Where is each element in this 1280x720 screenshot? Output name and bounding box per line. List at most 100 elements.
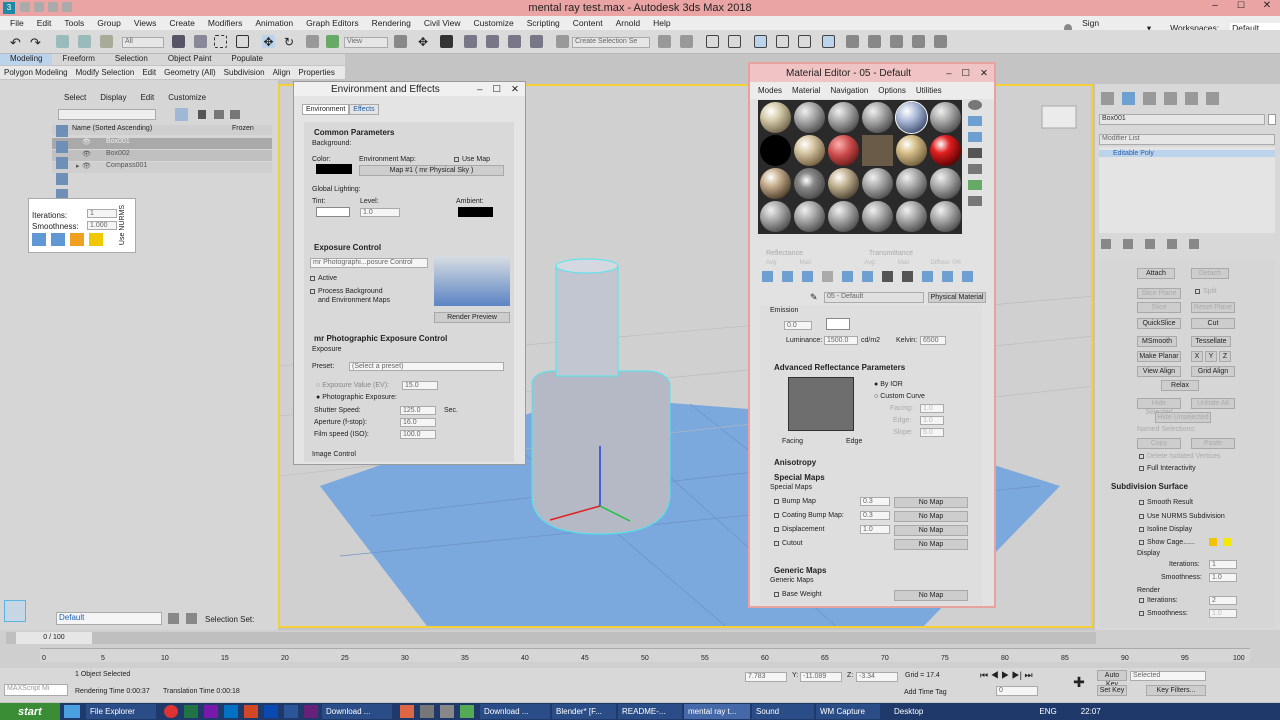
key-selection-dropdown[interactable]: Selected (1130, 671, 1206, 681)
mat-maximize-button[interactable]: ☐ (962, 68, 971, 79)
mat-menu-modes[interactable]: Modes (758, 86, 782, 95)
close-button[interactable]: ✕ (1254, 0, 1280, 16)
sample-slot[interactable] (896, 201, 927, 232)
hierarchy-tab-icon[interactable] (1143, 92, 1156, 105)
render-smoothness-spinner[interactable]: 1.0 (1209, 609, 1237, 618)
preset-dropdown[interactable]: (Select a preset) (349, 362, 504, 371)
delete-isolated-checkbox[interactable]: Delete Isolated Vertices (1139, 453, 1221, 460)
eyedropper-icon[interactable]: ✎ (810, 292, 818, 303)
misc-icon-2[interactable] (420, 705, 434, 718)
menu-edit[interactable]: Edit (37, 18, 52, 28)
use-map-checkbox[interactable]: Use Map (454, 156, 490, 163)
key-filters-button[interactable]: Key Filters... (1146, 685, 1206, 696)
maxscript-listener[interactable]: MAXScript Mi (4, 684, 68, 696)
menu-rendering[interactable]: Rendering (372, 18, 411, 28)
schematic-view-icon[interactable] (798, 35, 811, 48)
display-none-icon[interactable] (56, 125, 68, 137)
layer-dropdown[interactable]: Default (56, 612, 162, 625)
explorer-menu-customize[interactable]: Customize (168, 93, 206, 102)
sample-slot[interactable] (930, 135, 961, 166)
keyboard-shortcut-icon[interactable] (440, 35, 453, 48)
display-iterations-spinner[interactable]: 1 (1209, 560, 1237, 569)
tab-selection[interactable]: Selection (105, 54, 158, 65)
kelvin-spinner[interactable]: 6500 (920, 336, 946, 345)
tab-effects[interactable]: Effects (349, 104, 379, 115)
sample-slot[interactable] (862, 201, 893, 232)
shutter-spinner[interactable]: 125.0 (400, 406, 436, 415)
smoothness-spinner[interactable]: 1.000 (87, 221, 117, 230)
base-weight-checkbox[interactable]: Base Weight (774, 591, 822, 598)
taskbar-readme[interactable]: README-... (618, 704, 682, 719)
subdivision-surface-rollout[interactable]: Subdivision Surface (1101, 482, 1188, 491)
remove-modifier-icon[interactable] (1167, 239, 1177, 249)
mat-close-button[interactable]: ✕ (980, 68, 988, 79)
menu-customize[interactable]: Customize (474, 18, 514, 28)
menu-create[interactable]: Create (169, 18, 195, 28)
cage-color-1[interactable] (1209, 538, 1217, 546)
select-scale-icon[interactable] (306, 35, 319, 48)
select-move-icon[interactable]: ✥ (262, 35, 275, 49)
tessellate-button[interactable]: Tessellate (1191, 336, 1231, 347)
powerpoint-icon[interactable] (244, 705, 258, 718)
sample-slot[interactable] (930, 201, 961, 232)
reset-plane-button[interactable]: Reset Plane (1191, 302, 1235, 313)
dialog-maximize-button[interactable]: ☐ (493, 84, 502, 95)
lock-icon[interactable] (198, 110, 206, 119)
copy-button[interactable]: Copy (1137, 438, 1181, 449)
special-maps-rollout[interactable]: Special Maps (764, 473, 825, 482)
redo-icon[interactable]: ↷ (30, 35, 43, 50)
time-slider-thumb[interactable]: 0 / 100 (16, 632, 92, 644)
material-editor-icon[interactable] (822, 35, 835, 48)
film-spinner[interactable]: 100.0 (400, 430, 436, 439)
display-lights-icon[interactable] (56, 173, 68, 185)
motion-tab-icon[interactable] (1164, 92, 1177, 105)
rect-selection-icon[interactable] (214, 35, 227, 48)
named-selection-dropdown[interactable]: Create Selection Se (572, 37, 650, 48)
tab-modeling[interactable]: Modeling (0, 54, 53, 65)
sample-slot[interactable] (794, 135, 825, 166)
sample-slot[interactable] (760, 135, 791, 166)
render-iterative-icon[interactable] (912, 35, 925, 48)
mr-exposure-rollout[interactable]: mr Photographic Exposure Control (304, 334, 447, 343)
time-slider[interactable]: 0 / 100 (6, 632, 1096, 644)
set-key-button[interactable]: Set Key (1097, 685, 1127, 696)
selection-filter-dropdown[interactable]: All (122, 37, 164, 48)
tab-environment[interactable]: Environment (302, 104, 350, 115)
menu-content[interactable]: Content (573, 18, 603, 28)
vs-icon[interactable] (304, 705, 318, 718)
mat-minimize-button[interactable]: – (946, 68, 951, 79)
mat-menu-navigation[interactable]: Navigation (830, 86, 868, 95)
luminance-spinner[interactable]: 1500.0 (824, 336, 858, 345)
options-icon[interactable] (968, 196, 982, 206)
exposure-type-dropdown[interactable]: mr Photographi...posure Control (310, 258, 428, 268)
menu-scripting[interactable]: Scripting (527, 18, 560, 28)
explorer-options-icon[interactable] (230, 110, 240, 119)
add-time-tag-button[interactable]: Add Time Tag (904, 689, 947, 696)
sample-slot[interactable] (760, 201, 791, 232)
sample-slot[interactable] (828, 201, 859, 232)
misc-icon-3[interactable] (440, 705, 454, 718)
iterations-spinner[interactable]: 1 (87, 209, 117, 218)
ev-spinner[interactable]: 15.0 (402, 381, 438, 390)
material-id-icon[interactable] (882, 271, 893, 282)
mat-menu-material[interactable]: Material (792, 86, 820, 95)
generic-maps-rollout[interactable]: Generic Maps (764, 566, 826, 575)
expand-icon[interactable]: ▸ (76, 162, 80, 170)
apply-icon[interactable] (51, 233, 65, 246)
table-row[interactable]: 👁 Box002 (52, 150, 272, 161)
tray-icons[interactable] (943, 705, 1033, 718)
material-name-field[interactable]: 05 - Default (824, 292, 924, 303)
mat-menu-utilities[interactable]: Utilities (916, 86, 942, 95)
column-frozen-header[interactable]: Frozen (232, 125, 254, 132)
displacement-spinner[interactable]: 1.0 (860, 525, 890, 534)
word-icon[interactable] (284, 705, 298, 718)
tab-object-paint[interactable]: Object Paint (158, 54, 222, 65)
displacement-button[interactable]: No Map (894, 525, 968, 536)
percent-snap-icon[interactable] (508, 35, 521, 48)
dialog-minimize-button[interactable]: – (477, 84, 482, 95)
onedrive-icon[interactable] (264, 705, 278, 718)
use-nurms-checkbox[interactable]: Use NURMS Subdivision (1139, 513, 1225, 520)
object-name-field[interactable]: Box001 (1099, 114, 1265, 125)
material-type-button[interactable]: Physical Material (928, 292, 986, 303)
visibility-icon[interactable]: 👁 (82, 162, 91, 170)
